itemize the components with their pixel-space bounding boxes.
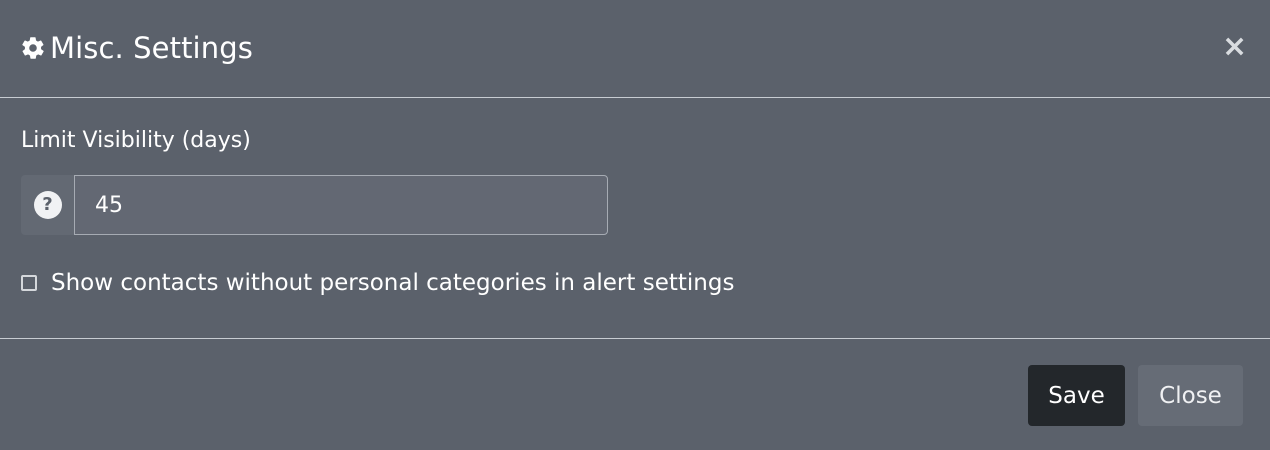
modal-body: Limit Visibility (days) ? Show contacts … — [0, 98, 1270, 339]
help-addon[interactable]: ? — [21, 175, 74, 235]
title-wrap: Misc. Settings — [20, 28, 253, 68]
show-contacts-label[interactable]: Show contacts without personal categorie… — [51, 270, 734, 296]
gear-icon — [22, 37, 44, 59]
show-contacts-checkbox[interactable] — [21, 275, 37, 291]
save-button[interactable]: Save — [1028, 365, 1125, 426]
modal-footer: Save Close — [0, 339, 1270, 450]
limit-visibility-input[interactable] — [74, 175, 608, 235]
modal-title: Misc. Settings — [50, 31, 253, 65]
misc-settings-modal: Misc. Settings × Limit Visibility (days)… — [0, 0, 1270, 450]
show-contacts-option[interactable]: Show contacts without personal categorie… — [21, 270, 734, 296]
limit-visibility-label: Limit Visibility (days) — [21, 128, 251, 153]
limit-visibility-input-group: ? — [21, 175, 608, 235]
question-circle-icon[interactable]: ? — [33, 191, 62, 219]
close-button[interactable]: Close — [1138, 365, 1243, 426]
modal-header: Misc. Settings × — [0, 0, 1270, 98]
close-icon[interactable]: × — [1222, 32, 1247, 62]
